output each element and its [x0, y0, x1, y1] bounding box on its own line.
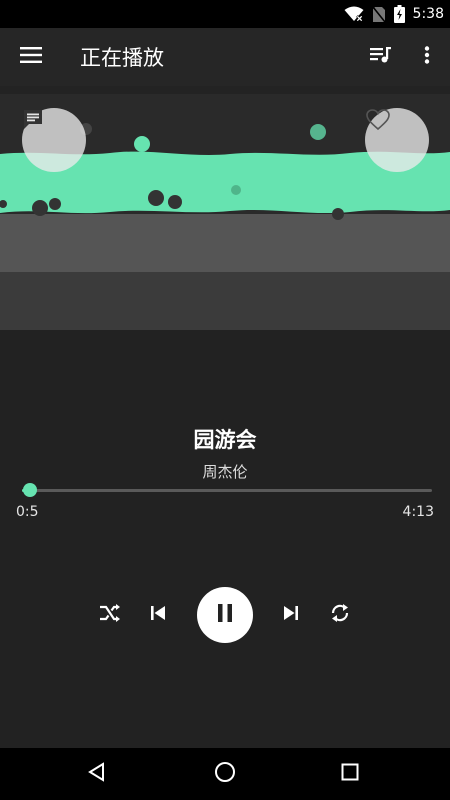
- back-button[interactable]: [67, 748, 127, 800]
- menu-icon: [20, 47, 42, 67]
- next-button[interactable]: [273, 597, 309, 633]
- repeat-button[interactable]: [322, 597, 358, 633]
- page-title: 正在播放: [80, 46, 164, 70]
- recents-button[interactable]: [320, 748, 380, 800]
- skip-previous-icon: [150, 605, 166, 625]
- song-artist: 周杰伦: [202, 463, 248, 481]
- status-time: 5:38: [412, 6, 444, 22]
- progress-slider[interactable]: [22, 483, 432, 497]
- more-options-button[interactable]: [404, 28, 450, 86]
- repeat-icon: [329, 602, 351, 628]
- queue-button[interactable]: [358, 28, 404, 86]
- song-title: 园游会: [193, 428, 257, 452]
- visualizer: [0, 86, 450, 330]
- status-bar: 5:38: [0, 0, 450, 28]
- playback-controls: [0, 586, 450, 644]
- favorite-button[interactable]: [365, 108, 429, 172]
- previous-button[interactable]: [140, 597, 176, 633]
- comment-button[interactable]: [22, 108, 86, 172]
- system-nav-bar: [0, 748, 450, 800]
- pause-icon: [216, 603, 234, 627]
- skip-next-icon: [283, 605, 299, 625]
- shuffle-icon: [99, 603, 121, 627]
- back-icon: [87, 762, 107, 786]
- queue-music-icon: [370, 46, 392, 68]
- app-bar: 正在播放: [0, 28, 450, 86]
- current-time: 0:5: [16, 504, 39, 520]
- menu-button[interactable]: [0, 28, 62, 86]
- total-time: 4:13: [402, 504, 434, 520]
- wifi-off-icon: [344, 6, 364, 22]
- no-sim-icon: [371, 6, 386, 23]
- home-icon: [214, 761, 236, 787]
- shuffle-button[interactable]: [92, 597, 128, 633]
- recents-icon: [341, 763, 359, 785]
- pause-button[interactable]: [197, 587, 253, 643]
- more-vert-icon: [424, 46, 430, 68]
- home-button[interactable]: [195, 748, 255, 800]
- battery-charging-icon: [393, 5, 405, 23]
- progress-thumb[interactable]: [23, 483, 38, 497]
